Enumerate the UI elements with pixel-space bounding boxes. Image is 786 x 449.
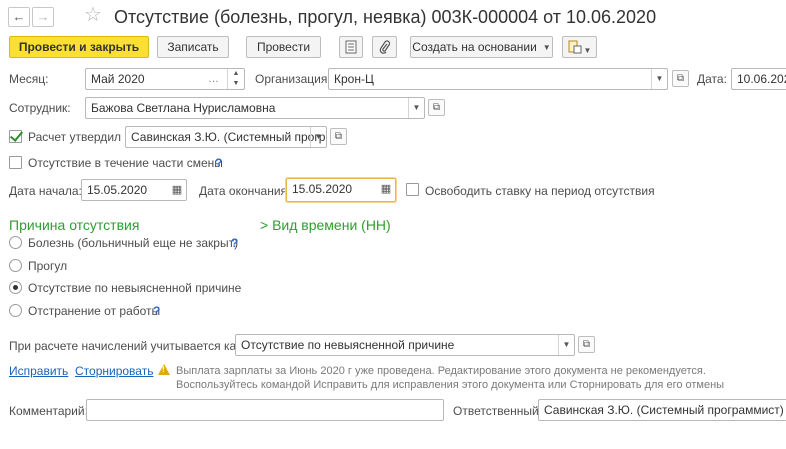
print-menu-button[interactable]: ▼ (562, 36, 597, 58)
reason-section-title: Причина отсутствия (9, 217, 140, 233)
create-based-on-button[interactable]: Создать на основании ▼ (410, 36, 553, 58)
help-icon[interactable]: ? (231, 236, 238, 250)
warning-line-2: Воспользуйтесь командой Исправить для ис… (176, 379, 725, 391)
help-icon[interactable]: ? (153, 304, 160, 318)
reason-label-unknown: Отсутствие по невыясненной причине (28, 281, 242, 295)
organization-field[interactable]: Крон-Ц ▼ (328, 68, 668, 90)
free-rate-checkbox[interactable] (406, 183, 419, 196)
approved-checkbox[interactable] (9, 130, 22, 143)
employee-field[interactable]: Бажова Светлана Нурисламовна ▼ (85, 97, 425, 119)
free-rate-label: Освободить ставку на период отсутствия (425, 184, 655, 198)
calendar-icon[interactable]: ▦ (168, 180, 186, 200)
month-label: Месяц: (9, 72, 49, 86)
organization-label: Организация: (255, 72, 331, 86)
reason-label-sick: Болезнь (больничный еще не закрыт) (28, 236, 239, 250)
reason-label-suspension: Отстранение от работы (28, 304, 161, 318)
calendar-icon[interactable]: ▦ (377, 179, 395, 199)
open-accrual-icon[interactable]: ⧉ (578, 336, 595, 353)
open-approved-by-icon[interactable]: ⧉ (330, 128, 347, 145)
comment-field[interactable] (86, 399, 444, 421)
part-shift-checkbox[interactable] (9, 156, 22, 169)
document-list-icon (345, 40, 357, 54)
date-field[interactable]: 10.06.2020 (731, 68, 786, 90)
month-value: Май 2020 (91, 72, 145, 86)
fix-link[interactable]: Исправить (9, 364, 68, 378)
employee-value: Бажова Светлана Нурисламовна (91, 101, 276, 115)
favorite-star-icon[interactable]: ☆ (84, 4, 102, 26)
responsible-value: Савинская З.Ю. (Системный программист) (544, 403, 784, 417)
end-date-field[interactable]: 15.05.2020 ▦ (286, 178, 396, 202)
page-title: Отсутствие (болезнь, прогул, неявка) 003… (114, 7, 657, 27)
arrow-left-icon: ← (12, 9, 26, 24)
accrual-value: Отсутствие по невыясненной причине (241, 338, 455, 352)
save-button[interactable]: Записать (157, 36, 229, 58)
help-icon[interactable]: ? (215, 156, 222, 170)
chevron-down-icon[interactable]: ▼ (408, 98, 424, 118)
select-ellipsis-icon[interactable]: … (208, 69, 219, 89)
post-button[interactable]: Провести (246, 36, 321, 58)
date-value: 10.06.2020 (737, 72, 786, 86)
chevron-right-icon: > (260, 217, 269, 233)
approved-by-field[interactable]: Савинская З.Ю. (Системный прогр ▼ (125, 126, 327, 148)
month-field[interactable]: Май 2020 … ▲ ▼ (85, 68, 245, 90)
reason-label-absence: Прогул (28, 259, 68, 273)
arrow-right-icon: → (36, 9, 50, 24)
approved-by-value: Савинская З.Ю. (Системный прогр (131, 130, 326, 144)
reason-radio-unknown[interactable] (9, 281, 22, 294)
open-organization-icon[interactable]: ⧉ (672, 70, 689, 87)
employee-label: Сотрудник: (9, 101, 71, 115)
start-date-field[interactable]: 15.05.2020 ▦ (81, 179, 187, 201)
chevron-down-icon[interactable]: ▼ (310, 127, 326, 147)
accrual-field[interactable]: Отсутствие по невыясненной причине ▼ (235, 334, 575, 356)
time-type-label: Вид времени (НН) (272, 217, 391, 233)
back-button[interactable]: ← (8, 7, 30, 27)
start-date-value: 15.05.2020 (87, 183, 148, 197)
open-employee-icon[interactable]: ⧉ (428, 99, 445, 116)
month-stepper-icon[interactable]: ▲ ▼ (227, 69, 244, 89)
responsible-field[interactable]: Савинская З.Ю. (Системный программист) (538, 399, 786, 421)
part-shift-label: Отсутствие в течение части смены (28, 156, 223, 170)
start-date-label: Дата начала: (9, 184, 82, 198)
reason-radio-suspension[interactable] (9, 304, 22, 317)
approved-label: Расчет утвердил (28, 130, 122, 144)
print-list-button[interactable] (339, 36, 363, 58)
reason-radio-sick[interactable] (9, 236, 22, 249)
post-and-close-button[interactable]: Провести и закрыть (9, 36, 149, 58)
chevron-down-icon: ▼ (583, 46, 592, 55)
print-document-icon (568, 40, 582, 54)
chevron-down-icon: ▼ (542, 43, 551, 52)
attach-files-button[interactable] (372, 36, 397, 58)
end-date-value: 15.05.2020 (292, 182, 353, 196)
create-based-on-label: Создать на основании (412, 40, 537, 54)
end-date-label: Дата окончания: (199, 184, 291, 198)
forward-button[interactable]: → (32, 7, 54, 27)
warning-icon (158, 364, 170, 375)
responsible-label: Ответственный: (453, 404, 543, 418)
reason-radio-absence[interactable] (9, 259, 22, 272)
chevron-down-icon[interactable]: ▼ (651, 69, 667, 89)
organization-value: Крон-Ц (334, 72, 374, 86)
accrual-label: При расчете начислений учитывается как: (9, 339, 245, 353)
time-type-toggle[interactable]: > Вид времени (НН) (260, 217, 391, 233)
chevron-down-icon[interactable]: ▼ (558, 335, 574, 355)
reverse-link[interactable]: Сторнировать (75, 364, 153, 378)
comment-label: Комментарий: (9, 404, 88, 418)
warning-line-1: Выплата зарплаты за Июнь 2020 г уже пров… (176, 365, 706, 377)
paperclip-icon (379, 40, 390, 54)
date-label: Дата: (697, 72, 727, 86)
